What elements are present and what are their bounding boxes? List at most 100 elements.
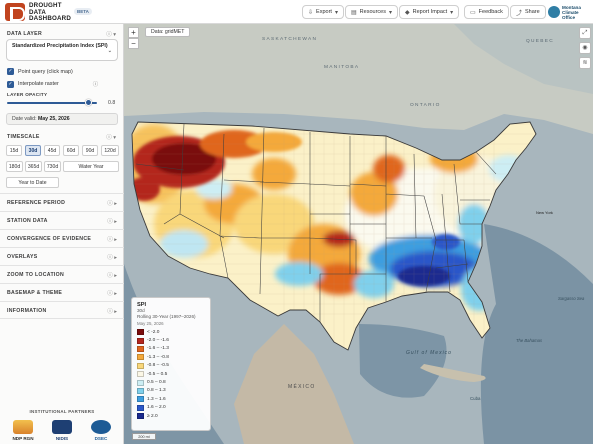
partner-name: NDP RGN — [12, 436, 34, 441]
chevron-down-icon: ▾ — [334, 9, 338, 16]
timescale-730d[interactable]: 730d — [44, 161, 61, 172]
timescale-45d[interactable]: 45d — [44, 145, 60, 156]
label-bahamas: The Bahamas — [516, 338, 543, 343]
ndp-emblem-icon — [13, 420, 33, 434]
spi-legend: SPI 30d Rolling 30-Year (1997–2026) May … — [131, 297, 211, 431]
export-button[interactable]: ⇩ Export ▾ — [302, 5, 344, 19]
partner-logo-nidis[interactable]: NIDIS — [49, 420, 75, 444]
section-station-data[interactable]: STATION DATA ⓘ ▸ — [0, 211, 124, 229]
partner-logo-dsec[interactable]: DSEC — [88, 420, 114, 444]
section-overlays[interactable]: OVERLAYS ⓘ ▸ — [0, 247, 124, 265]
mco-text: Montana Climate Office — [562, 5, 581, 20]
section-convergence-of-evidence[interactable]: CONVERGENCE OF EVIDENCE ⓘ ▸ — [0, 229, 124, 247]
mco-line-3: Office — [562, 15, 576, 20]
timescale-water-year[interactable]: Water Year — [63, 161, 119, 172]
montana-climate-office-logo[interactable]: Montana Climate Office — [548, 4, 590, 20]
legend-swatch — [137, 329, 144, 336]
chevron-down-icon[interactable]: ▾ — [113, 135, 116, 141]
legend-label: ≥ 2.0 — [147, 413, 158, 419]
info-chevron-icon: ⓘ ▸ — [107, 201, 117, 207]
dsec-emblem-icon — [91, 420, 111, 434]
label-ontario: ONTARIO — [410, 102, 441, 108]
megaphone-icon: ◆ — [405, 9, 410, 16]
eye-icon[interactable]: ◉ — [579, 42, 591, 54]
legend-item: -2.0 – -1.6 — [137, 336, 205, 344]
partners-title: INSTITUTIONAL PARTNERS — [29, 409, 95, 414]
legend-item: -0.5 – 0.5 — [137, 370, 205, 378]
timescale-30d[interactable]: 30d — [25, 145, 41, 156]
legend-swatch — [137, 345, 144, 352]
nidis-emblem-icon — [52, 420, 72, 434]
zoom-in-button[interactable]: + — [128, 27, 139, 38]
section-label: OVERLAYS — [7, 254, 38, 260]
section-information[interactable]: INFORMATION ⓘ ▸ — [0, 301, 124, 319]
legend-swatch — [137, 396, 144, 403]
timescale-year-to-date[interactable]: Year to Date — [6, 177, 59, 188]
legend-label: 0.8 – 1.3 — [147, 388, 166, 394]
legend-label: 0.5 – 0.8 — [147, 380, 166, 386]
label-saskatchewan: SASKATCHEWAN — [262, 36, 317, 42]
export-icon: ⇩ — [308, 9, 314, 16]
info-icon[interactable]: ⓘ — [93, 80, 98, 88]
info-icon[interactable]: ⓘ — [106, 32, 112, 38]
date-valid-value: May 25, 2026 — [37, 116, 70, 122]
timescale-actions[interactable]: ⓘ ▾ — [106, 133, 116, 141]
partner-name: DSEC — [94, 436, 108, 441]
share-icon: ⤴ — [516, 10, 523, 17]
timescale-15d[interactable]: 15d — [6, 145, 22, 156]
mco-emblem-icon — [548, 6, 560, 18]
legend-label: -0.8 – -0.5 — [147, 363, 169, 369]
legend-swatch — [137, 354, 144, 361]
section-label: STATION DATA — [7, 218, 48, 224]
checkbox-checked-icon[interactable]: ✓ — [7, 80, 14, 88]
legend-label: -2.0 – -1.6 — [147, 338, 169, 344]
share-button[interactable]: ⤴ Share — [510, 5, 546, 19]
point-query-label: Point query (click map) — [18, 68, 73, 75]
legend-date: May 25, 2026 — [137, 321, 164, 326]
partner-name: NIDIS — [55, 436, 69, 441]
opacity-slider-handle[interactable] — [85, 99, 92, 106]
legend-label: -1.6 – -1.3 — [147, 346, 169, 352]
section-zoom-to-location[interactable]: ZOOM TO LOCATION ⓘ ▸ — [0, 265, 124, 283]
brand-line-3: DASHBOARD — [29, 15, 72, 23]
chevron-down-icon: ▾ — [450, 9, 454, 16]
point-query-checkbox-row[interactable]: ✓ Point query (click map) — [7, 68, 73, 75]
label-gulf-of-mexico: Gulf of Mexico — [406, 350, 452, 356]
partner-logo-ndp[interactable]: NDP RGN — [10, 420, 36, 444]
checkbox-checked-icon[interactable]: ✓ — [7, 68, 14, 75]
info-icon[interactable]: ⓘ — [106, 135, 112, 141]
data-layer-select[interactable]: Standardized Precipitation Index (SPI) ⌄ — [6, 39, 118, 61]
timescale-90d[interactable]: 90d — [82, 145, 98, 156]
resources-button[interactable]: ▤ Resources ▾ — [345, 5, 398, 19]
feedback-button[interactable]: ▭ Feedback — [464, 5, 509, 19]
info-chevron-icon: ⓘ ▸ — [107, 273, 117, 279]
info-chevron-icon: ⓘ ▸ — [107, 255, 117, 261]
timescale-180d[interactable]: 180d — [6, 161, 23, 172]
report-impact-button[interactable]: ◆ Report Impact ▾ — [399, 5, 460, 19]
timescale-365d[interactable]: 365d — [25, 161, 42, 172]
layers-icon[interactable]: ≋ — [579, 57, 591, 69]
section-reference-period[interactable]: REFERENCE PERIOD ⓘ ▸ — [0, 193, 124, 211]
beta-badge: BETA — [74, 8, 92, 15]
app-brand: DROUGHT DATA DASHBOARD — [29, 2, 72, 23]
app-logo-icon — [5, 3, 25, 21]
label-manitoba: MANITOBA — [324, 64, 359, 70]
feedback-label: Feedback — [478, 9, 503, 15]
legend-swatch — [137, 371, 144, 378]
legend-swatch — [137, 362, 144, 369]
timescale-120d[interactable]: 120d — [101, 145, 119, 156]
chevron-down-icon[interactable]: ▾ — [113, 32, 116, 38]
expand-icon[interactable]: ⤢ — [579, 27, 591, 39]
opacity-slider-track[interactable] — [7, 102, 97, 104]
data-layer-value: Standardized Precipitation Index (SPI) — [12, 43, 108, 49]
zoom-out-button[interactable]: − — [128, 38, 139, 49]
label-mexico: MÉXICO — [288, 383, 316, 390]
legend-label: -1.3 – -0.8 — [147, 354, 169, 360]
interpolate-checkbox-row[interactable]: ✓ Interpolate raster ⓘ — [7, 80, 98, 88]
data-layer-actions[interactable]: ⓘ ▾ — [106, 30, 116, 38]
section-basemap-theme[interactable]: BASEMAP & THEME ⓘ ▸ — [0, 283, 124, 301]
label-sargasso-sea: Sargasso Sea — [558, 296, 585, 301]
date-valid-display[interactable]: Date valid: May 25, 2026 — [6, 113, 118, 125]
timescale-60d[interactable]: 60d — [63, 145, 79, 156]
legend-items: < -2.0 -2.0 – -1.6 -1.6 – -1.3 -1.3 – -0.8 -… — [137, 328, 205, 420]
